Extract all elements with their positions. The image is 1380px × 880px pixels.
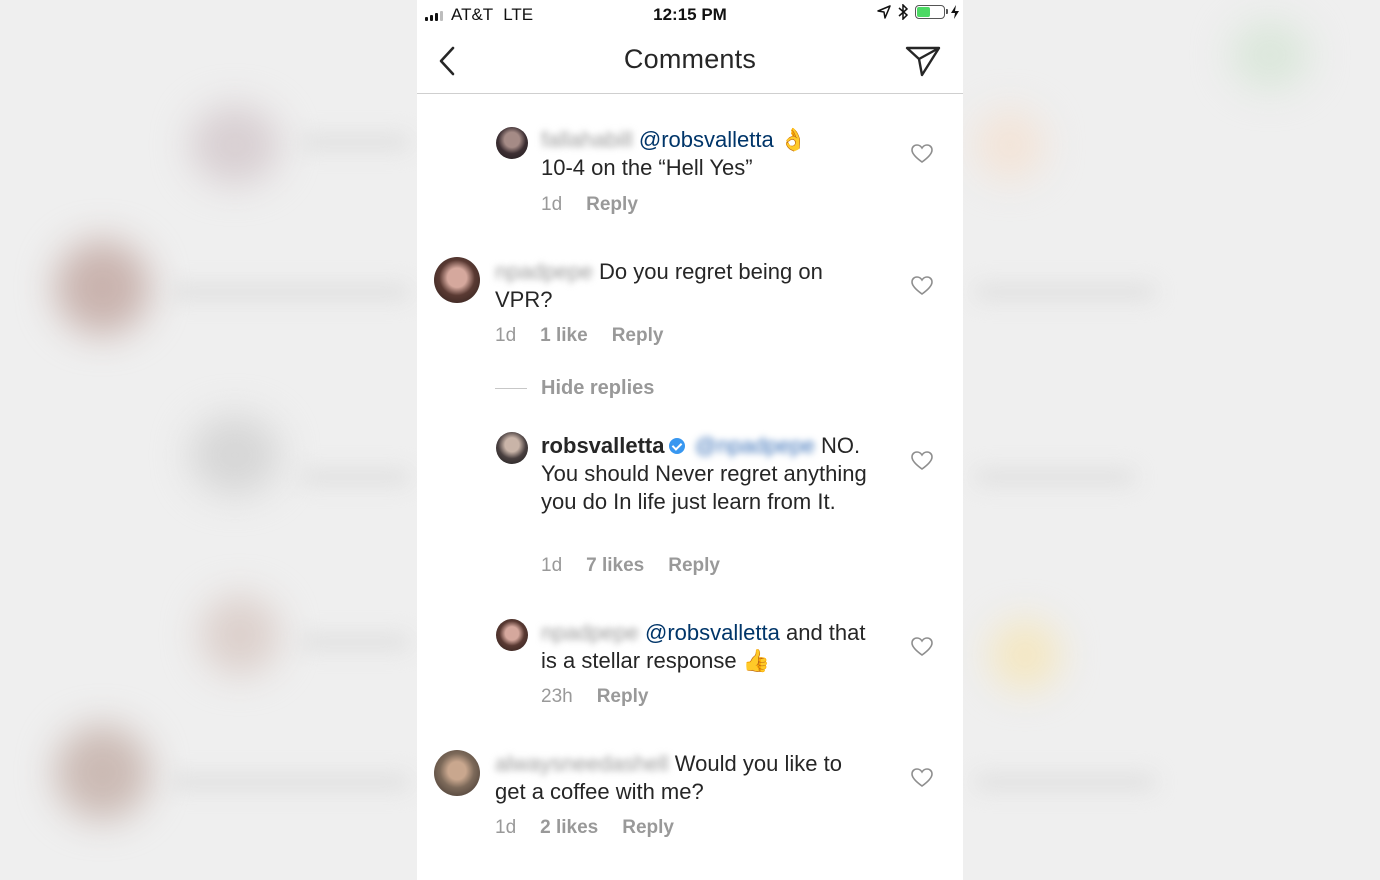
- comment-text: 10-4 on the “Hell Yes”: [541, 155, 753, 180]
- comment-top-level-1: npadpepe Do you regret being on VPR? 1d …: [417, 245, 963, 365]
- comment-meta: 1d 2 likes Reply: [495, 817, 674, 839]
- comment-reply-3: npadpepe @robsvalletta and that is a ste…: [417, 607, 963, 727]
- comment-body: robsvalletta @npadpepe NO. You should Ne…: [541, 432, 886, 516]
- reply-button[interactable]: Reply: [612, 325, 664, 347]
- heart-icon[interactable]: [911, 144, 933, 164]
- avatar[interactable]: [496, 127, 528, 159]
- avatar[interactable]: [434, 257, 480, 303]
- verified-badge-icon: [668, 438, 685, 454]
- likes-count[interactable]: 1 like: [540, 325, 588, 347]
- reply-button[interactable]: Reply: [622, 817, 674, 839]
- comment-meta: 23h Reply: [541, 686, 648, 708]
- hide-replies-label: Hide replies: [541, 377, 655, 399]
- comment-meta: 1d Reply: [541, 194, 638, 216]
- comment-username[interactable]: npadpepe: [541, 620, 639, 645]
- location-icon: [877, 5, 891, 19]
- likes-count[interactable]: 7 likes: [586, 555, 644, 577]
- thumbs-up-emoji: 👍: [742, 648, 771, 673]
- comment-username[interactable]: fallahabill: [541, 127, 633, 152]
- reply-button[interactable]: Reply: [597, 686, 649, 708]
- comment-body: npadpepe Do you regret being on VPR?: [495, 258, 875, 314]
- comment-username[interactable]: robsvalletta: [541, 433, 665, 458]
- heart-icon[interactable]: [911, 276, 933, 296]
- phone-screen: AT&T LTE 12:15 PM Comments fallahabill @…: [417, 0, 963, 880]
- navigation-bar: Comments: [417, 30, 963, 94]
- avatar[interactable]: [496, 619, 528, 651]
- comment-mention[interactable]: @npadpepe: [695, 433, 815, 458]
- ok-hand-emoji: 👌: [779, 127, 808, 152]
- comment-time: 23h: [541, 686, 573, 707]
- page-title: Comments: [623, 44, 757, 74]
- divider-line: [495, 388, 527, 389]
- comment-body: npadpepe @robsvalletta and that is a ste…: [541, 619, 886, 675]
- comment-reply-1: fallahabill @robsvalletta 👌 10-4 on the …: [417, 110, 963, 230]
- comment-body: fallahabill @robsvalletta 👌 10-4 on the …: [541, 126, 871, 182]
- comment-mention[interactable]: @robsvalletta: [639, 127, 774, 152]
- comment-time: 1d: [541, 194, 563, 215]
- heart-icon[interactable]: [911, 451, 933, 471]
- comment-mention[interactable]: @robsvalletta: [645, 620, 780, 645]
- paper-plane-icon[interactable]: [905, 44, 941, 78]
- comment-meta: 1d 7 likes Reply: [541, 555, 720, 577]
- status-bar: AT&T LTE 12:15 PM: [417, 0, 963, 30]
- comment-top-level-2: alwaysneedashell Would you like to get a…: [417, 738, 963, 868]
- comment-time: 1d: [495, 325, 517, 346]
- comment-reply-2: robsvalletta @npadpepe NO. You should Ne…: [417, 420, 963, 590]
- battery-icon: [915, 5, 948, 19]
- reply-button[interactable]: Reply: [586, 194, 638, 216]
- comment-username[interactable]: npadpepe: [495, 259, 593, 284]
- comment-username[interactable]: alwaysneedashell: [495, 751, 669, 776]
- comment-body: alwaysneedashell Would you like to get a…: [495, 750, 875, 806]
- avatar[interactable]: [434, 750, 480, 796]
- hide-replies-button[interactable]: Hide replies: [495, 377, 654, 400]
- charging-icon: [951, 5, 959, 19]
- comment-time: 1d: [495, 817, 517, 838]
- comment-meta: 1d 1 like Reply: [495, 325, 663, 347]
- reply-button[interactable]: Reply: [668, 555, 720, 577]
- bluetooth-icon: [898, 4, 909, 20]
- comment-time: 1d: [541, 555, 563, 576]
- avatar[interactable]: [496, 432, 528, 464]
- status-right: [877, 4, 959, 20]
- likes-count[interactable]: 2 likes: [540, 817, 598, 839]
- heart-icon[interactable]: [911, 768, 933, 788]
- heart-icon[interactable]: [911, 637, 933, 657]
